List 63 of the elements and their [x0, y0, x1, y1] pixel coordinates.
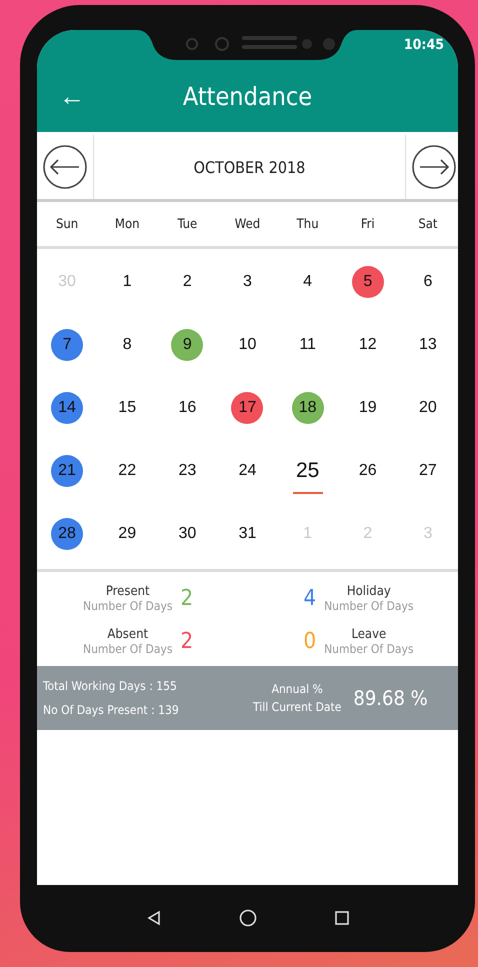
stat-label: Holiday	[346, 584, 391, 599]
calendar-day[interactable]: 21	[51, 454, 84, 486]
home-circle-icon[interactable]	[238, 908, 256, 926]
back-button[interactable]: ←	[55, 80, 89, 112]
calendar-day[interactable]: 20	[412, 392, 444, 424]
calendar-day[interactable]: 9	[171, 328, 204, 360]
annual-caption: Till Current Date	[253, 700, 342, 714]
calendar-day[interactable]: 7	[51, 328, 84, 360]
calendar-day[interactable]: 4	[292, 266, 324, 298]
calendar-day[interactable]: 19	[352, 392, 384, 424]
month-label: OCTOBER 2018	[192, 158, 306, 176]
annual-percentage: 89.68 %	[353, 686, 428, 710]
screen-title: Attendance	[182, 82, 312, 110]
weekday-label: Sat	[417, 216, 438, 232]
back-triangle-icon[interactable]	[146, 910, 162, 926]
stat-caption: Number Of Days	[83, 599, 172, 613]
calendar-day[interactable]: 24	[231, 454, 264, 486]
calendar-day[interactable]: 31	[231, 518, 264, 550]
calendar-day[interactable]: 8	[111, 328, 144, 360]
calendar-day[interactable]: 30	[171, 518, 204, 550]
calendar-day[interactable]: 3	[231, 266, 264, 298]
totals-line: No Of Days Present : 139	[43, 703, 180, 717]
stat-caption: Number Of Days	[83, 642, 172, 656]
calendar-day[interactable]: 12	[352, 328, 384, 360]
calendar-day[interactable]: 6	[412, 266, 444, 298]
stat-count: 2	[180, 586, 194, 611]
calendar-day[interactable]: 5	[352, 266, 384, 298]
calendar-day[interactable]: 2	[171, 266, 204, 298]
stat-count: 0	[304, 629, 316, 654]
calendar-day[interactable]: 10	[231, 328, 264, 360]
calendar-day[interactable]: 22	[111, 454, 144, 486]
weekday-label: Tue	[176, 216, 198, 232]
calendar-day[interactable]: 16	[171, 392, 204, 424]
stat-count: 4	[304, 586, 316, 611]
calendar-day[interactable]: 27	[412, 454, 444, 486]
stat-caption: Number Of Days	[324, 599, 414, 613]
calendar-day[interactable]: 18	[292, 392, 324, 424]
weekday-label: Fri	[360, 216, 376, 232]
weekday-label: Wed	[234, 216, 262, 232]
calendar-day[interactable]: 29	[111, 518, 144, 550]
stat-label: Leave	[351, 627, 386, 642]
status-time: 10:45	[404, 37, 444, 53]
calendar-day[interactable]: 23	[171, 454, 204, 486]
calendar-day[interactable]: 28	[51, 518, 84, 550]
stat-caption: Number Of Days	[324, 642, 414, 656]
calendar-day[interactable]: 26	[352, 454, 384, 486]
weekday-label: Thu	[296, 216, 320, 232]
totals-line: Total Working Days : 155	[43, 679, 178, 693]
annual-label: Annual %	[272, 682, 323, 696]
stat-label: Present	[106, 584, 150, 599]
stat-count: 2	[180, 629, 194, 654]
calendar-day[interactable]: 1	[111, 266, 144, 298]
calendar-day[interactable]: 14	[51, 392, 84, 424]
weekday-label: Mon	[114, 216, 141, 232]
calendar-day[interactable]: 17	[231, 392, 264, 424]
calendar-day[interactable]: 13	[412, 328, 444, 360]
calendar-day[interactable]: 11	[292, 328, 324, 360]
calendar-day[interactable]: 15	[111, 392, 144, 424]
weekday-label: Sun	[54, 216, 80, 232]
recents-square-icon[interactable]	[334, 910, 350, 926]
calendar-day[interactable]: 25	[292, 454, 324, 486]
next-month-button[interactable]	[405, 135, 458, 199]
stat-label: Absent	[107, 627, 148, 642]
